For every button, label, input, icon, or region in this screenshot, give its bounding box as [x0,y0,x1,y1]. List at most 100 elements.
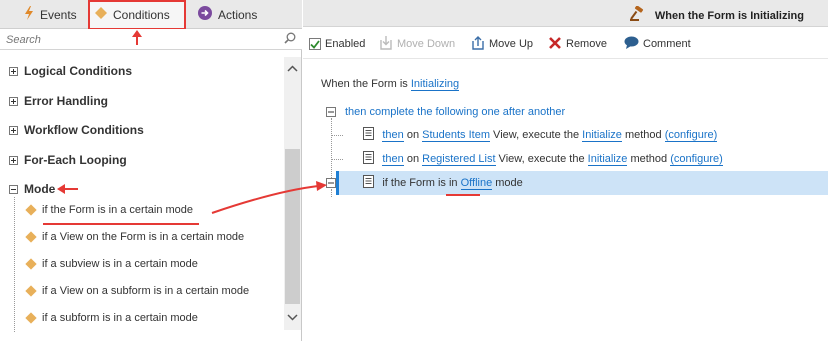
tab-events[interactable]: Events [18,0,83,29]
diamond-icon [25,204,37,216]
group-label: Workflow Conditions [24,123,144,137]
then-link[interactable]: then [382,129,404,142]
tree-connector [331,118,332,184]
move-down-icon [379,35,393,53]
view-link[interactable]: Students Item [422,129,490,142]
group-mode[interactable]: Mode [9,180,55,198]
tab-conditions[interactable]: Conditions [89,0,185,29]
rule-text: on [403,153,423,165]
vertical-scrollbar[interactable] [284,57,301,330]
scroll-up-icon[interactable] [286,61,299,75]
move-up-button[interactable]: Move Up [471,35,534,53]
expand-icon[interactable] [9,96,18,106]
configure-link[interactable]: (configure) [670,153,723,166]
rule-canvas: When the Form is Initializing then compl… [303,60,828,341]
collapse-icon[interactable] [9,184,18,194]
tab-bar: Events Conditions Actions [0,0,302,29]
tree-connector [331,189,332,197]
enabled-label: Enabled [325,38,366,50]
condition-item[interactable]: if a View on the Form is in a certain mo… [25,229,245,245]
lightning-icon [24,6,34,23]
diamond-icon [25,231,37,243]
group-label: Mode [24,182,56,196]
condition-item-label: if a View on a subform is in a certain m… [42,285,250,297]
rule-text: View, execute the [495,153,588,165]
move-down-label: Move Down [397,38,456,50]
rule-text: View, execute the [490,129,583,141]
checkbox[interactable] [309,38,321,50]
rule-text: When the Form is [321,78,411,90]
condition-item-label: if a subform is in a certain mode [42,312,198,324]
method-link[interactable]: Initialize [587,153,628,166]
group-label: Logical Conditions [24,64,132,78]
group-label: Error Handling [24,94,109,108]
rule-header: When the Form is Initializing [303,0,828,27]
configure-link[interactable]: (configure) [664,129,718,142]
page-title: When the Form is Initializing [654,9,804,22]
then-block-link[interactable]: then complete the following one after an… [345,106,565,118]
rule-text: on [403,129,423,141]
gavel-icon [629,5,645,25]
diamond-icon [25,258,37,270]
then-block-line[interactable]: then complete the following one after an… [345,103,565,121]
tab-actions-label: Actions [218,7,258,22]
condition-item[interactable]: if a View on a subform is in a certain m… [25,283,250,299]
rule-event-line: When the Form is Initializing [321,75,460,93]
condition-item-label: if the Form is in a certain mode [42,204,194,216]
group-for-each-looping[interactable]: For-Each Looping [9,151,127,169]
scroll-down-icon[interactable] [286,310,299,324]
expand-icon[interactable] [9,125,18,135]
tab-conditions-label: Conditions [113,7,170,22]
tree-connector [331,135,343,136]
remove-x-icon [548,36,562,53]
move-down-button[interactable]: Move Down [379,35,456,53]
diamond-icon [95,7,107,22]
search-input[interactable] [4,31,274,48]
rule-text: method [627,153,671,165]
tab-events-label: Events [40,7,77,22]
document-icon [345,163,375,203]
scroll-thumb[interactable] [285,149,300,304]
tree-connector [331,159,343,160]
comment-bubble-icon [624,36,639,52]
rule-toolbar: Enabled Move Down Move Up Remove Comment [303,27,828,59]
diamond-icon [25,312,37,324]
rule-text: if the Form is in [382,177,461,189]
method-link[interactable]: Initialize [582,129,622,142]
search-bar [0,29,302,50]
tree-connector [14,197,15,332]
condition-item[interactable]: if the Form is in a certain mode [25,202,194,218]
rule-text: mode [492,177,523,189]
condition-line[interactable]: if the Form is in Offline mode [345,174,523,192]
diamond-icon [25,285,37,297]
expand-icon[interactable] [9,66,18,76]
group-logical-conditions[interactable]: Logical Conditions [9,62,132,80]
comment-label: Comment [643,38,691,50]
tab-actions[interactable]: Actions [192,0,263,29]
remove-label: Remove [566,38,607,50]
arrow-right-circle-icon [198,6,212,23]
move-up-icon [471,35,485,53]
group-workflow-conditions[interactable]: Workflow Conditions [9,121,144,139]
expand-icon[interactable] [9,155,18,165]
view-link[interactable]: Registered List [422,153,496,166]
move-up-label: Move Up [489,38,534,50]
conditions-panel: Events Conditions Actions Logical Condit… [0,0,302,341]
group-error-handling[interactable]: Error Handling [9,92,108,110]
action-line[interactable]: then on Students Item View, execute the … [345,126,718,144]
mode-link[interactable]: Offline [460,177,493,190]
condition-item[interactable]: if a subview is in a certain mode [25,256,198,272]
event-link[interactable]: Initializing [410,78,460,91]
search-icon[interactable] [284,32,296,47]
enabled-toggle[interactable]: Enabled [309,36,365,52]
remove-button[interactable]: Remove [548,36,607,52]
then-link[interactable]: then [382,153,404,166]
condition-item-label: if a subview is in a certain mode [42,258,198,270]
group-label: For-Each Looping [24,153,127,167]
condition-item-label: if a View on the Form is in a certain mo… [42,231,245,243]
rule-text: method [621,129,665,141]
rule-title: When the Form is Initializing [629,5,804,25]
action-line[interactable]: then on Registered List View, execute th… [345,150,723,168]
comment-button[interactable]: Comment [624,36,691,52]
condition-item[interactable]: if a subform is in a certain mode [25,310,198,326]
